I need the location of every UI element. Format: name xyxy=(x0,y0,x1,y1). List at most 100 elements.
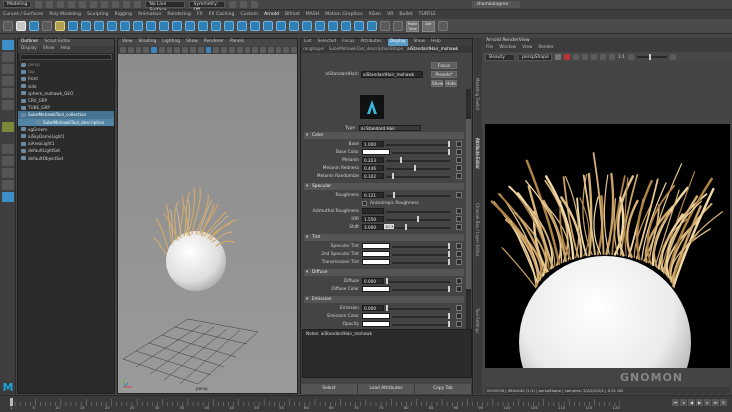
xray-icon[interactable] xyxy=(291,47,297,53)
map-button[interactable] xyxy=(456,278,462,284)
tab-tool-settings[interactable]: Tool Settings xyxy=(475,308,480,333)
viewport-menu-view[interactable]: View xyxy=(122,39,132,46)
emission-field[interactable]: 0.000 xyxy=(362,305,384,311)
shelf-tab-poly-modeling[interactable]: Poly Modeling xyxy=(49,12,81,17)
node-tab[interactable]: aiStandardHair_mohawk xyxy=(407,46,458,53)
attr-button[interactable]: Attr xyxy=(422,20,435,32)
outliner-item[interactable]: SubeMohawkTool_description xyxy=(18,118,114,126)
ipr-icon[interactable] xyxy=(240,1,248,8)
wireframe-on-shaded-icon[interactable] xyxy=(221,47,227,53)
type-dropdown[interactable]: ai Standard Hair xyxy=(359,125,421,131)
shelf-tab-animation[interactable]: Animation xyxy=(138,12,161,17)
folder-icon[interactable] xyxy=(35,1,43,8)
menu-help[interactable]: Help xyxy=(60,46,70,53)
xgen-icon[interactable] xyxy=(250,21,260,31)
slider-knob[interactable] xyxy=(393,192,395,198)
snap-grid-icon[interactable] xyxy=(112,1,120,8)
persp-outliner-icon[interactable] xyxy=(2,192,14,202)
attribute-scrollbar[interactable] xyxy=(466,89,471,329)
map-button[interactable] xyxy=(456,216,462,222)
viewport-menu-shading[interactable]: Shading xyxy=(138,39,156,46)
outliner-search-input[interactable] xyxy=(20,54,112,60)
viewport-menu-lighting[interactable]: Lighting xyxy=(162,39,180,46)
outliner-item[interactable]: sphere_mohawk_GEO xyxy=(18,90,114,97)
slider-knob[interactable] xyxy=(386,305,388,311)
specular-slider[interactable] xyxy=(386,211,450,213)
notes-area[interactable]: Notes: aiStandardHair_mohawk xyxy=(302,329,472,378)
sphere-mesh[interactable] xyxy=(166,231,226,291)
single-pane-icon[interactable] xyxy=(2,144,14,154)
xgen-noise-icon[interactable] xyxy=(302,21,312,31)
xgen-sculpt-icon[interactable] xyxy=(341,21,351,31)
photometric-light-icon[interactable] xyxy=(94,21,104,31)
camera-icon[interactable] xyxy=(120,47,126,53)
checkbox[interactable] xyxy=(362,201,367,206)
ae-tab-show[interactable]: Show xyxy=(414,39,426,46)
area-light-icon[interactable] xyxy=(55,21,65,31)
time-slider[interactable]: 1 5 10 15 20 25 30 35 40 45 50 55 60 65 70 75 80 85 90 95 10… xyxy=(0,395,732,412)
viewport-menu-panels[interactable]: Panels xyxy=(230,39,244,46)
display-mode-dropdown[interactable]: Beauty xyxy=(485,53,515,61)
camera-dropdown[interactable]: perspShape xyxy=(518,53,552,61)
select-hierarchy-icon[interactable] xyxy=(79,1,87,8)
shelf-tab-sculpting[interactable]: Sculpting xyxy=(87,12,108,17)
motion-blur-icon[interactable] xyxy=(260,47,266,53)
step-back-icon[interactable]: ◂ xyxy=(680,399,687,406)
safe-action-icon[interactable] xyxy=(190,47,196,53)
ae-tab-display[interactable]: Display xyxy=(387,39,408,46)
flush-cache-icon[interactable] xyxy=(172,21,182,31)
isolate-icon[interactable] xyxy=(283,47,290,53)
section-emission[interactable]: Emission xyxy=(304,296,464,303)
shelf-tab-curves-surfaces[interactable]: Curves / Surfaces xyxy=(3,12,43,17)
grid-icon[interactable] xyxy=(151,47,157,53)
slider-knob[interactable] xyxy=(386,278,388,284)
map-button[interactable] xyxy=(456,305,462,311)
curve-collector-icon[interactable] xyxy=(159,21,169,31)
slider-knob[interactable] xyxy=(414,165,416,171)
xgen-clump-icon[interactable] xyxy=(289,21,299,31)
load-attributes-button[interactable]: Load Attributes xyxy=(358,384,415,394)
shelf-tab-bullet[interactable]: Bullet xyxy=(399,12,412,17)
image-plane-icon[interactable] xyxy=(143,47,150,53)
slider-knob[interactable] xyxy=(448,141,450,147)
shelf-tab-xgen[interactable]: XGen xyxy=(369,12,381,17)
slider-knob[interactable] xyxy=(448,313,450,319)
render-menu-window[interactable]: Window xyxy=(499,45,516,52)
color-channel-icon[interactable] xyxy=(591,54,597,60)
slider-knob[interactable] xyxy=(448,149,450,155)
shelf-settings-icon[interactable] xyxy=(3,21,13,31)
xgen-guide-icon[interactable] xyxy=(263,21,273,31)
color-field[interactable]: 0.102 xyxy=(362,173,384,179)
tab-outliner[interactable]: Outliner xyxy=(21,39,38,46)
color-slider[interactable] xyxy=(392,152,450,154)
volume-icon[interactable] xyxy=(146,21,156,31)
exposure-slider[interactable] xyxy=(636,54,667,60)
physical-sky-icon[interactable] xyxy=(120,21,130,31)
smooth-shade-icon[interactable] xyxy=(205,47,212,53)
specular-field[interactable]: 1.550 xyxy=(362,216,384,222)
tab-channel-box[interactable]: Channel Box / Layer Editor xyxy=(475,203,480,256)
user-account[interactable]: shamkalagree xyxy=(472,1,521,8)
move-tool-icon[interactable] xyxy=(2,76,14,86)
outliner-item[interactable]: defaultLightSet xyxy=(18,147,114,154)
workspace-dropdown[interactable]: Modeling xyxy=(3,1,32,8)
shelf-tab-mash[interactable]: MASH xyxy=(306,12,319,17)
slider-knob[interactable] xyxy=(448,251,450,257)
field-chart-icon[interactable] xyxy=(182,47,189,53)
section-diffuse[interactable]: Diffuse xyxy=(304,269,464,276)
depth-of-field-icon[interactable] xyxy=(275,47,282,53)
tab-modeling-toolkit[interactable]: Modeling Toolkit xyxy=(475,78,480,110)
slider-knob[interactable] xyxy=(400,157,402,163)
two-pane-icon[interactable] xyxy=(2,168,14,178)
render-menu-render[interactable]: Render xyxy=(538,45,553,52)
scale-tool-icon[interactable] xyxy=(2,100,14,110)
crop-region-icon[interactable] xyxy=(582,54,588,60)
outliner-item[interactable]: top xyxy=(18,68,114,75)
slider-knob[interactable] xyxy=(448,243,450,249)
compare-icon[interactable] xyxy=(609,54,615,60)
rotate-tool-icon[interactable] xyxy=(2,88,14,98)
select-object-icon[interactable] xyxy=(90,1,98,8)
aov-icon[interactable] xyxy=(224,21,234,31)
emission-slider[interactable] xyxy=(392,316,450,318)
map-button[interactable] xyxy=(456,173,462,179)
